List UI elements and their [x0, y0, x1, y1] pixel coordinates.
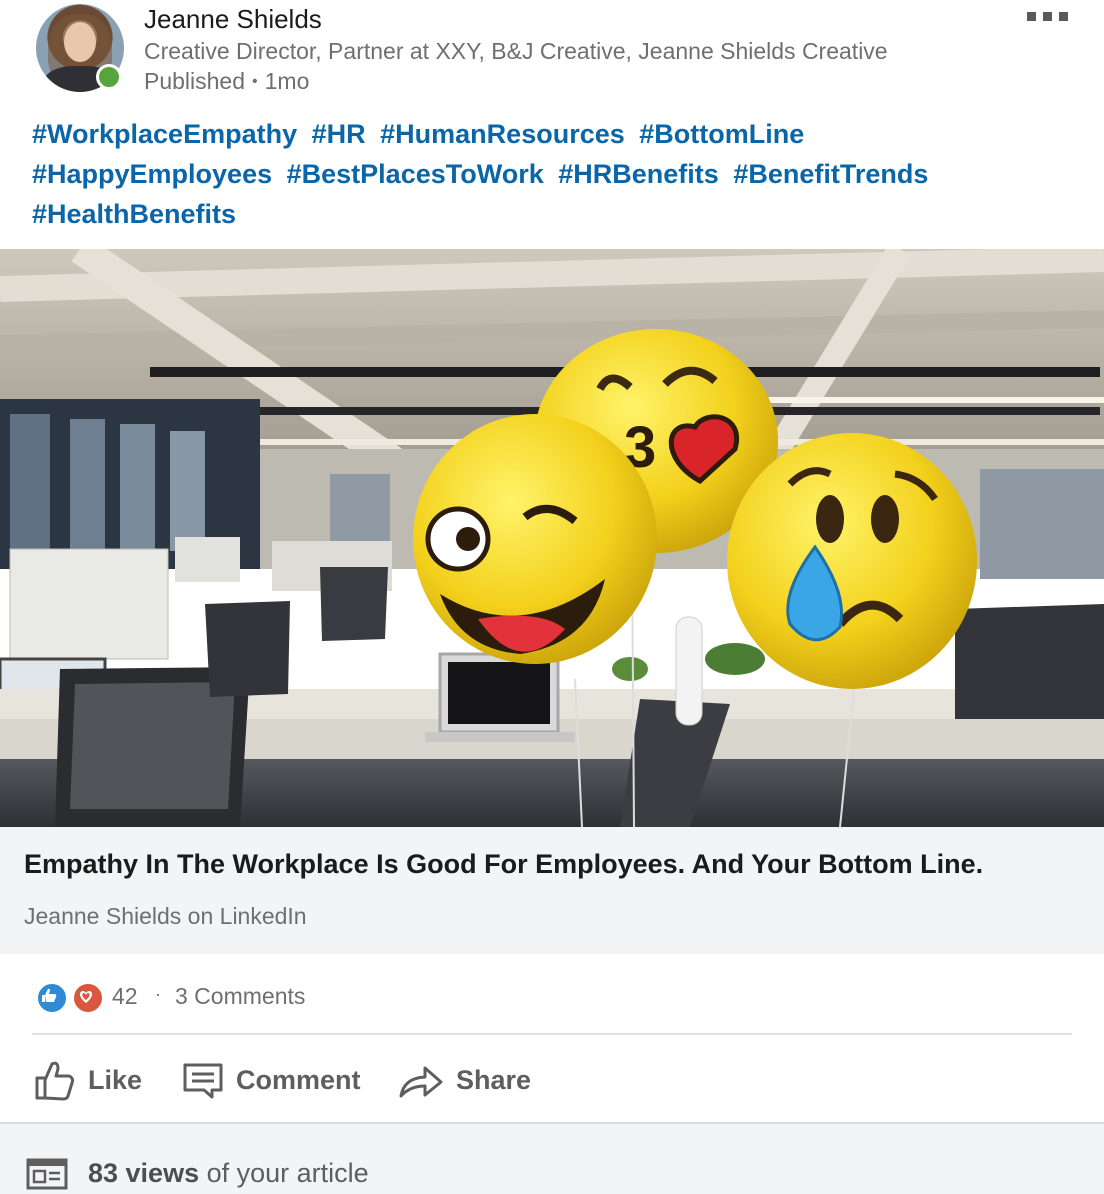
avatar-face — [64, 22, 96, 62]
author-headline: Creative Director, Partner at XXY, B&J C… — [144, 38, 888, 64]
ellipsis-icon-dot — [1059, 12, 1068, 21]
count-separator: · — [155, 984, 161, 1004]
article-card[interactable]: Empathy In The Workplace Is Good For Emp… — [0, 827, 1104, 954]
hashtag-link[interactable]: #HRBenefits — [558, 159, 719, 189]
like-label: Like — [88, 1064, 143, 1095]
comment-button[interactable]: Comment — [182, 1050, 361, 1110]
ellipsis-icon-dot — [1043, 12, 1052, 21]
hashtag-list: #WorkplaceEmpathy #HR #HumanResources #B… — [32, 114, 1032, 234]
like-button[interactable]: Like — [34, 1050, 142, 1110]
share-button[interactable]: Share — [398, 1050, 531, 1110]
share-arrow-icon — [399, 1066, 443, 1098]
views-count: 83 views — [88, 1158, 200, 1188]
post-meta: Published • 1mo — [144, 68, 309, 95]
hashtag-link[interactable]: #HumanResources — [380, 119, 625, 149]
article-cover-image[interactable]: 3 — [0, 249, 1104, 827]
article-source: Jeanne Shields on LinkedIn — [24, 903, 307, 929]
hashtag-link[interactable]: #BenefitTrends — [733, 159, 928, 189]
online-status-icon — [96, 64, 122, 90]
office-balloons-illustration: 3 — [0, 249, 1104, 827]
reactions-count[interactable]: 42 — [112, 983, 138, 1010]
like-icon — [36, 982, 68, 1014]
comment-label: Comment — [236, 1064, 361, 1095]
post-age: 1mo — [264, 68, 310, 94]
share-label: Share — [456, 1064, 532, 1095]
hashtag-link[interactable]: #BestPlacesToWork — [287, 159, 544, 189]
meta-separator: • — [252, 73, 258, 90]
hashtag-link[interactable]: #HR — [312, 119, 366, 149]
hashtag-link[interactable]: #WorkplaceEmpathy — [32, 119, 297, 149]
article-icon — [26, 1158, 68, 1190]
more-options-button[interactable] — [1024, 6, 1072, 26]
article-title[interactable]: Empathy In The Workplace Is Good For Emp… — [24, 849, 983, 880]
thumbs-up-icon — [35, 1061, 75, 1101]
hashtag-link[interactable]: #HappyEmployees — [32, 159, 272, 189]
publish-status: Published — [144, 68, 246, 94]
comment-icon — [183, 1063, 223, 1099]
hashtag-link[interactable]: #BottomLine — [639, 119, 804, 149]
divider — [32, 1033, 1072, 1035]
views-suffix: of your article — [206, 1158, 369, 1188]
ellipsis-icon — [1027, 12, 1036, 21]
hashtag-link[interactable]: #HealthBenefits — [32, 199, 236, 229]
article-views[interactable]: 83 views of your article — [88, 1158, 369, 1189]
love-icon — [72, 982, 104, 1014]
comments-count[interactable]: 3 Comments — [175, 983, 305, 1010]
author-name[interactable]: Jeanne Shields — [144, 4, 322, 35]
